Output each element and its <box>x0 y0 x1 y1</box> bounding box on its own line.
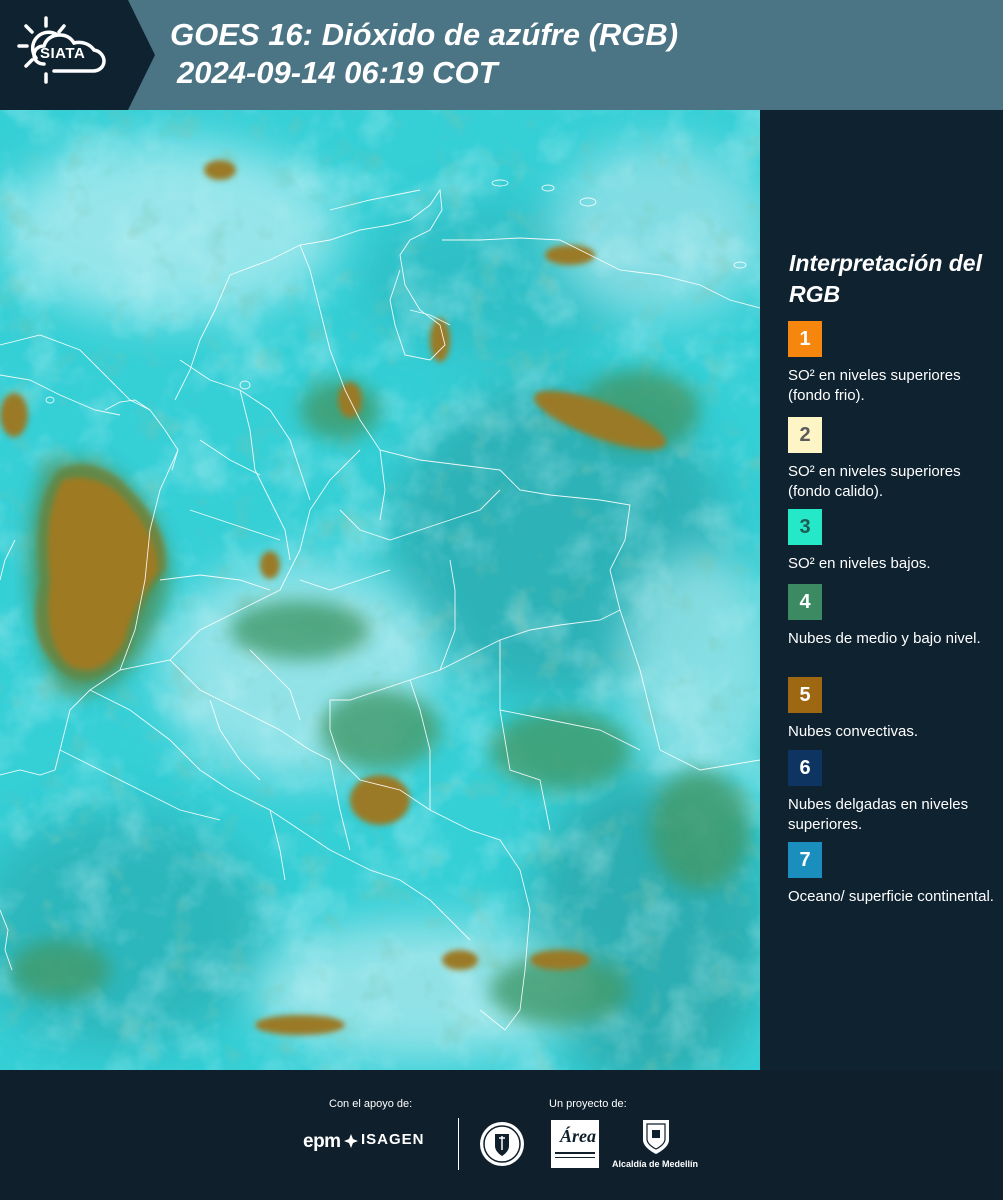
medellin-seal-icon[interactable] <box>478 1120 526 1168</box>
footer: Con el apoyo de: Un proyecto de: epm ISA… <box>0 1070 1003 1200</box>
legend-item-5: 5 Nubes convectivas. <box>788 677 998 742</box>
legend-title: Interpretación del RGB <box>789 250 982 307</box>
legend-item-7: 7 Oceano/ superficie continental. <box>788 842 998 907</box>
satellite-map[interactable] <box>0 110 760 1070</box>
legend-label-7: Oceano/ superficie continental. <box>788 888 994 905</box>
siata-logo[interactable]: SIATA <box>0 0 155 110</box>
isagen-symbol-icon <box>344 1134 358 1148</box>
area-logo-underline-2 <box>555 1157 595 1158</box>
legend-swatch-3: 3 <box>788 509 822 545</box>
logo-text: SIATA <box>40 45 86 62</box>
legend-item-4: 4 Nubes de medio y bajo nivel. <box>788 584 998 649</box>
legend-item-2: 2 SO² en niveles superiores (fondo calid… <box>788 417 998 502</box>
satellite-image <box>0 110 760 1070</box>
rgb-legend-panel: Interpretación del RGB 1 SO² en niveles … <box>760 110 1003 1070</box>
legend-swatch-4: 4 <box>788 584 822 620</box>
area-logo-underline <box>555 1152 595 1154</box>
support-label: Con el apoyo de: <box>329 1098 413 1110</box>
legend-item-6: 6 Nubes delgadas en niveles superiores. <box>788 750 998 835</box>
project-label: Un proyecto de: <box>549 1098 627 1110</box>
alcaldia-shield-icon[interactable] <box>641 1118 671 1156</box>
legend-swatch-7: 7 <box>788 842 822 878</box>
legend-label-3: SO² en niveles bajos. <box>788 555 931 572</box>
page-title: GOES 16: Dióxido de azúfre (RGB) 2024-09… <box>170 16 678 92</box>
legend-swatch-5: 5 <box>788 677 822 713</box>
header-bar: SIATA GOES 16: Dióxido de azúfre (RGB) 2… <box>0 0 1003 110</box>
title-line-1: GOES 16: Dióxido de azúfre (RGB) <box>170 17 679 52</box>
footer-divider <box>458 1118 459 1170</box>
legend-label-1: SO² en niveles superiores (fondo frio). <box>788 367 961 404</box>
legend-swatch-2: 2 <box>788 417 822 453</box>
legend-swatch-1: 1 <box>788 321 822 357</box>
isagen-logo[interactable]: ISAGEN <box>361 1131 425 1148</box>
alcaldia-label: Alcaldía de Medellín <box>612 1159 699 1169</box>
legend-label-5: Nubes convectivas. <box>788 723 919 740</box>
legend-item-1: 1 SO² en niveles superiores (fondo frio)… <box>788 321 998 406</box>
legend-label-6: Nubes delgadas en niveles superiores. <box>788 796 969 833</box>
title-line-2: 2024-09-14 06:19 COT <box>177 55 498 90</box>
legend-label-2: SO² en niveles superiores (fondo calido)… <box>788 463 961 500</box>
area-logo-text: Área <box>560 1126 596 1146</box>
epm-logo[interactable]: epm <box>303 1131 341 1153</box>
legend-item-3: 3 SO² en niveles bajos. <box>788 509 998 574</box>
legend-swatch-6: 6 <box>788 750 822 786</box>
legend-label-4: Nubes de medio y bajo nivel. <box>788 630 981 647</box>
area-metropolitana-logo[interactable]: Área <box>551 1120 599 1168</box>
